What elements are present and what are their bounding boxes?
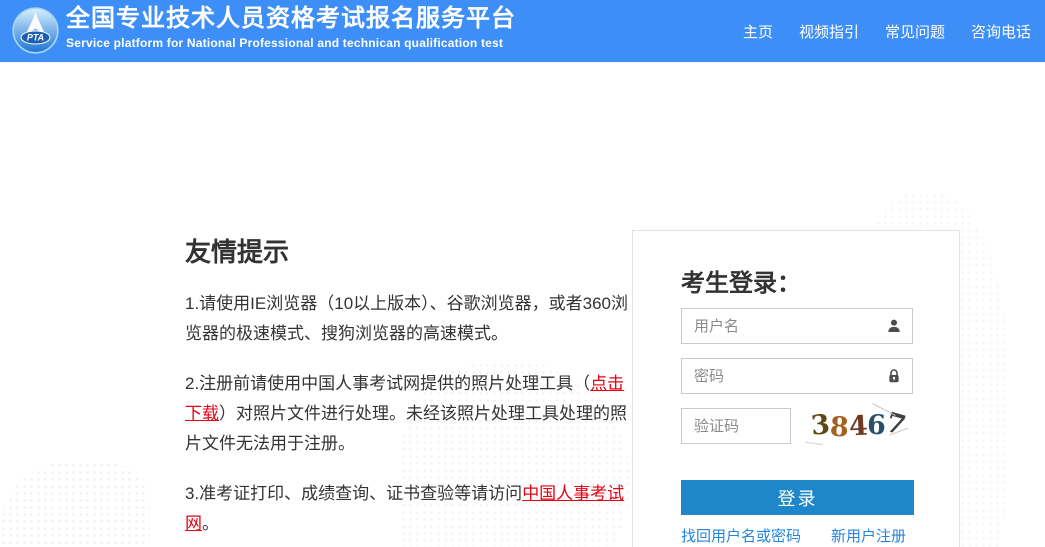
password-input[interactable]	[681, 358, 913, 394]
captcha-image[interactable]: 3 8 4 6 7	[801, 401, 915, 449]
username-row	[681, 308, 913, 344]
captcha-noise	[805, 441, 823, 446]
username-input[interactable]	[681, 308, 913, 344]
new-user-register-link[interactable]: 新用户注册	[831, 525, 906, 546]
login-heading: 考生登录：	[681, 270, 801, 297]
password-row	[681, 358, 913, 394]
captcha-digit: 4	[847, 410, 869, 442]
nav-hotline[interactable]: 咨询电话	[971, 21, 1031, 42]
tip-cpta-site: 3.准考证打印、成绩查询、证书查验等请访问中国人事考试网。	[185, 479, 637, 539]
page-header: PTA 全国专业技术人员资格考试报名服务平台 Service platform …	[0, 0, 1045, 62]
top-nav: 主页 视频指引 常见问题 咨询电话	[743, 0, 1031, 62]
tip-2-text: 2.注册前请使用中国人事考试网提供的照片处理工具（	[185, 374, 591, 393]
tip-3-text: 。	[202, 514, 219, 533]
tip-3-text: 3.准考证打印、成绩查询、证书查验等请访问	[185, 484, 523, 503]
forgot-credentials-link[interactable]: 找回用户名或密码	[681, 525, 801, 546]
tips-heading: 友情提示	[185, 237, 290, 267]
login-button[interactable]: 登录	[681, 480, 914, 515]
tip-photo-tool: 2.注册前请使用中国人事考试网提供的照片处理工具（点击下载）对照片文件进行处理。…	[185, 369, 637, 459]
pta-logo-icon: PTA	[12, 7, 59, 54]
svg-text:PTA: PTA	[27, 33, 44, 43]
tip-1-text: 1.请使用IE浏览器（10以上版本）、谷歌浏览器，或者360浏览器的极速模式、搜…	[185, 294, 629, 343]
login-panel: 考生登录： 用户名 验证码 3 8 4 6 7 登录 找回用户名或密码 新用户注…	[632, 230, 960, 547]
world-map-pattern	[0, 462, 150, 547]
captcha-digit: 8	[828, 411, 850, 443]
site-subtitle: Service platform for National Profession…	[66, 36, 504, 50]
tip-2-text: ）对照片文件进行处理。未经该照片处理工具处理的照片文件无法用于注册。	[185, 404, 627, 453]
brand-block: 全国专业技术人员资格考试报名服务平台 Service platform for …	[66, 5, 516, 50]
nav-faq[interactable]: 常见问题	[885, 21, 945, 42]
friendly-tips: 友情提示 1.请使用IE浏览器（10以上版本）、谷歌浏览器，或者360浏览器的极…	[185, 232, 637, 547]
captcha-input[interactable]	[681, 408, 791, 444]
captcha-digit: 3	[809, 408, 832, 442]
nav-home[interactable]: 主页	[743, 21, 773, 42]
tip-browser: 1.请使用IE浏览器（10以上版本）、谷歌浏览器，或者360浏览器的极速模式、搜…	[185, 289, 637, 349]
site-title: 全国专业技术人员资格考试报名服务平台	[66, 5, 516, 32]
nav-video-guide[interactable]: 视频指引	[799, 21, 859, 42]
main-area: 友情提示 1.请使用IE浏览器（10以上版本）、谷歌浏览器，或者360浏览器的极…	[0, 62, 1045, 547]
